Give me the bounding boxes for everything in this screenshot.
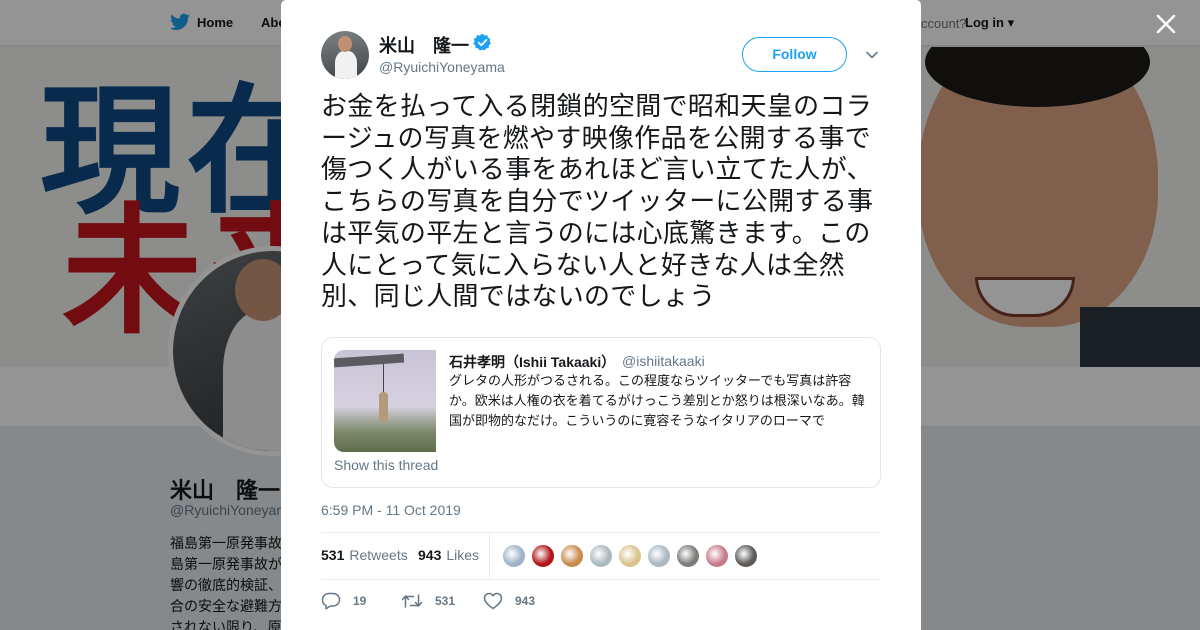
liker-avatar[interactable] <box>734 544 758 568</box>
tweet-modal: 米山 隆一 @RyuichiYoneyama Follow お金を払って入る閉鎖… <box>281 0 921 630</box>
quoted-author-name: 石井孝明（Ishii Takaaki） <box>449 354 616 370</box>
retweets-stat[interactable]: 531 Retweets <box>321 547 408 563</box>
author-handle[interactable]: @RyuichiYoneyama <box>379 59 505 75</box>
liker-avatar[interactable] <box>560 544 584 568</box>
close-icon[interactable] <box>1154 12 1178 36</box>
tweet-actions: 19 531 943 <box>321 590 881 614</box>
liker-avatar[interactable] <box>705 544 729 568</box>
liker-avatar[interactable] <box>647 544 671 568</box>
stats-divider <box>489 533 490 579</box>
quoted-tweet-image[interactable] <box>334 350 436 452</box>
likes-stat[interactable]: 943 Likes <box>418 547 479 563</box>
retweet-button[interactable]: 531 <box>401 590 455 612</box>
reply-icon <box>321 592 341 610</box>
chevron-down-icon[interactable] <box>865 48 879 62</box>
reply-button[interactable]: 19 <box>321 590 366 612</box>
liker-avatar[interactable] <box>589 544 613 568</box>
author-name[interactable]: 米山 隆一 <box>379 32 469 58</box>
like-button[interactable]: 943 <box>483 590 535 612</box>
quoted-tweet-card[interactable]: 石井孝明（Ishii Takaaki） @ishiitakaaki グレタの人形… <box>321 337 881 488</box>
quoted-tweet-text: グレタの人形がつるされる。この程度ならツイッターでも写真は許容か。欧米は人権の衣… <box>449 374 865 429</box>
liker-avatar[interactable] <box>502 544 526 568</box>
divider <box>321 579 881 580</box>
verified-badge-icon <box>473 33 491 51</box>
liker-avatar[interactable] <box>618 544 642 568</box>
tweet-stats: 531 Retweets 943 Likes <box>321 533 881 579</box>
author-avatar[interactable] <box>321 31 369 79</box>
retweet-icon <box>401 594 423 608</box>
show-thread-link[interactable]: Show this thread <box>334 457 438 473</box>
liker-avatar[interactable] <box>676 544 700 568</box>
follow-button[interactable]: Follow <box>742 37 847 72</box>
tweet-timestamp[interactable]: 6:59 PM - 11 Oct 2019 <box>321 502 461 518</box>
liker-avatar[interactable] <box>531 544 555 568</box>
heart-icon <box>483 592 503 610</box>
quoted-author-handle: @ishiitakaaki <box>622 353 705 369</box>
tweet-text: お金を払って入る閉鎖的空間で昭和天皇のコラージュの写真を燃やす映像作品を公開する… <box>321 92 874 313</box>
